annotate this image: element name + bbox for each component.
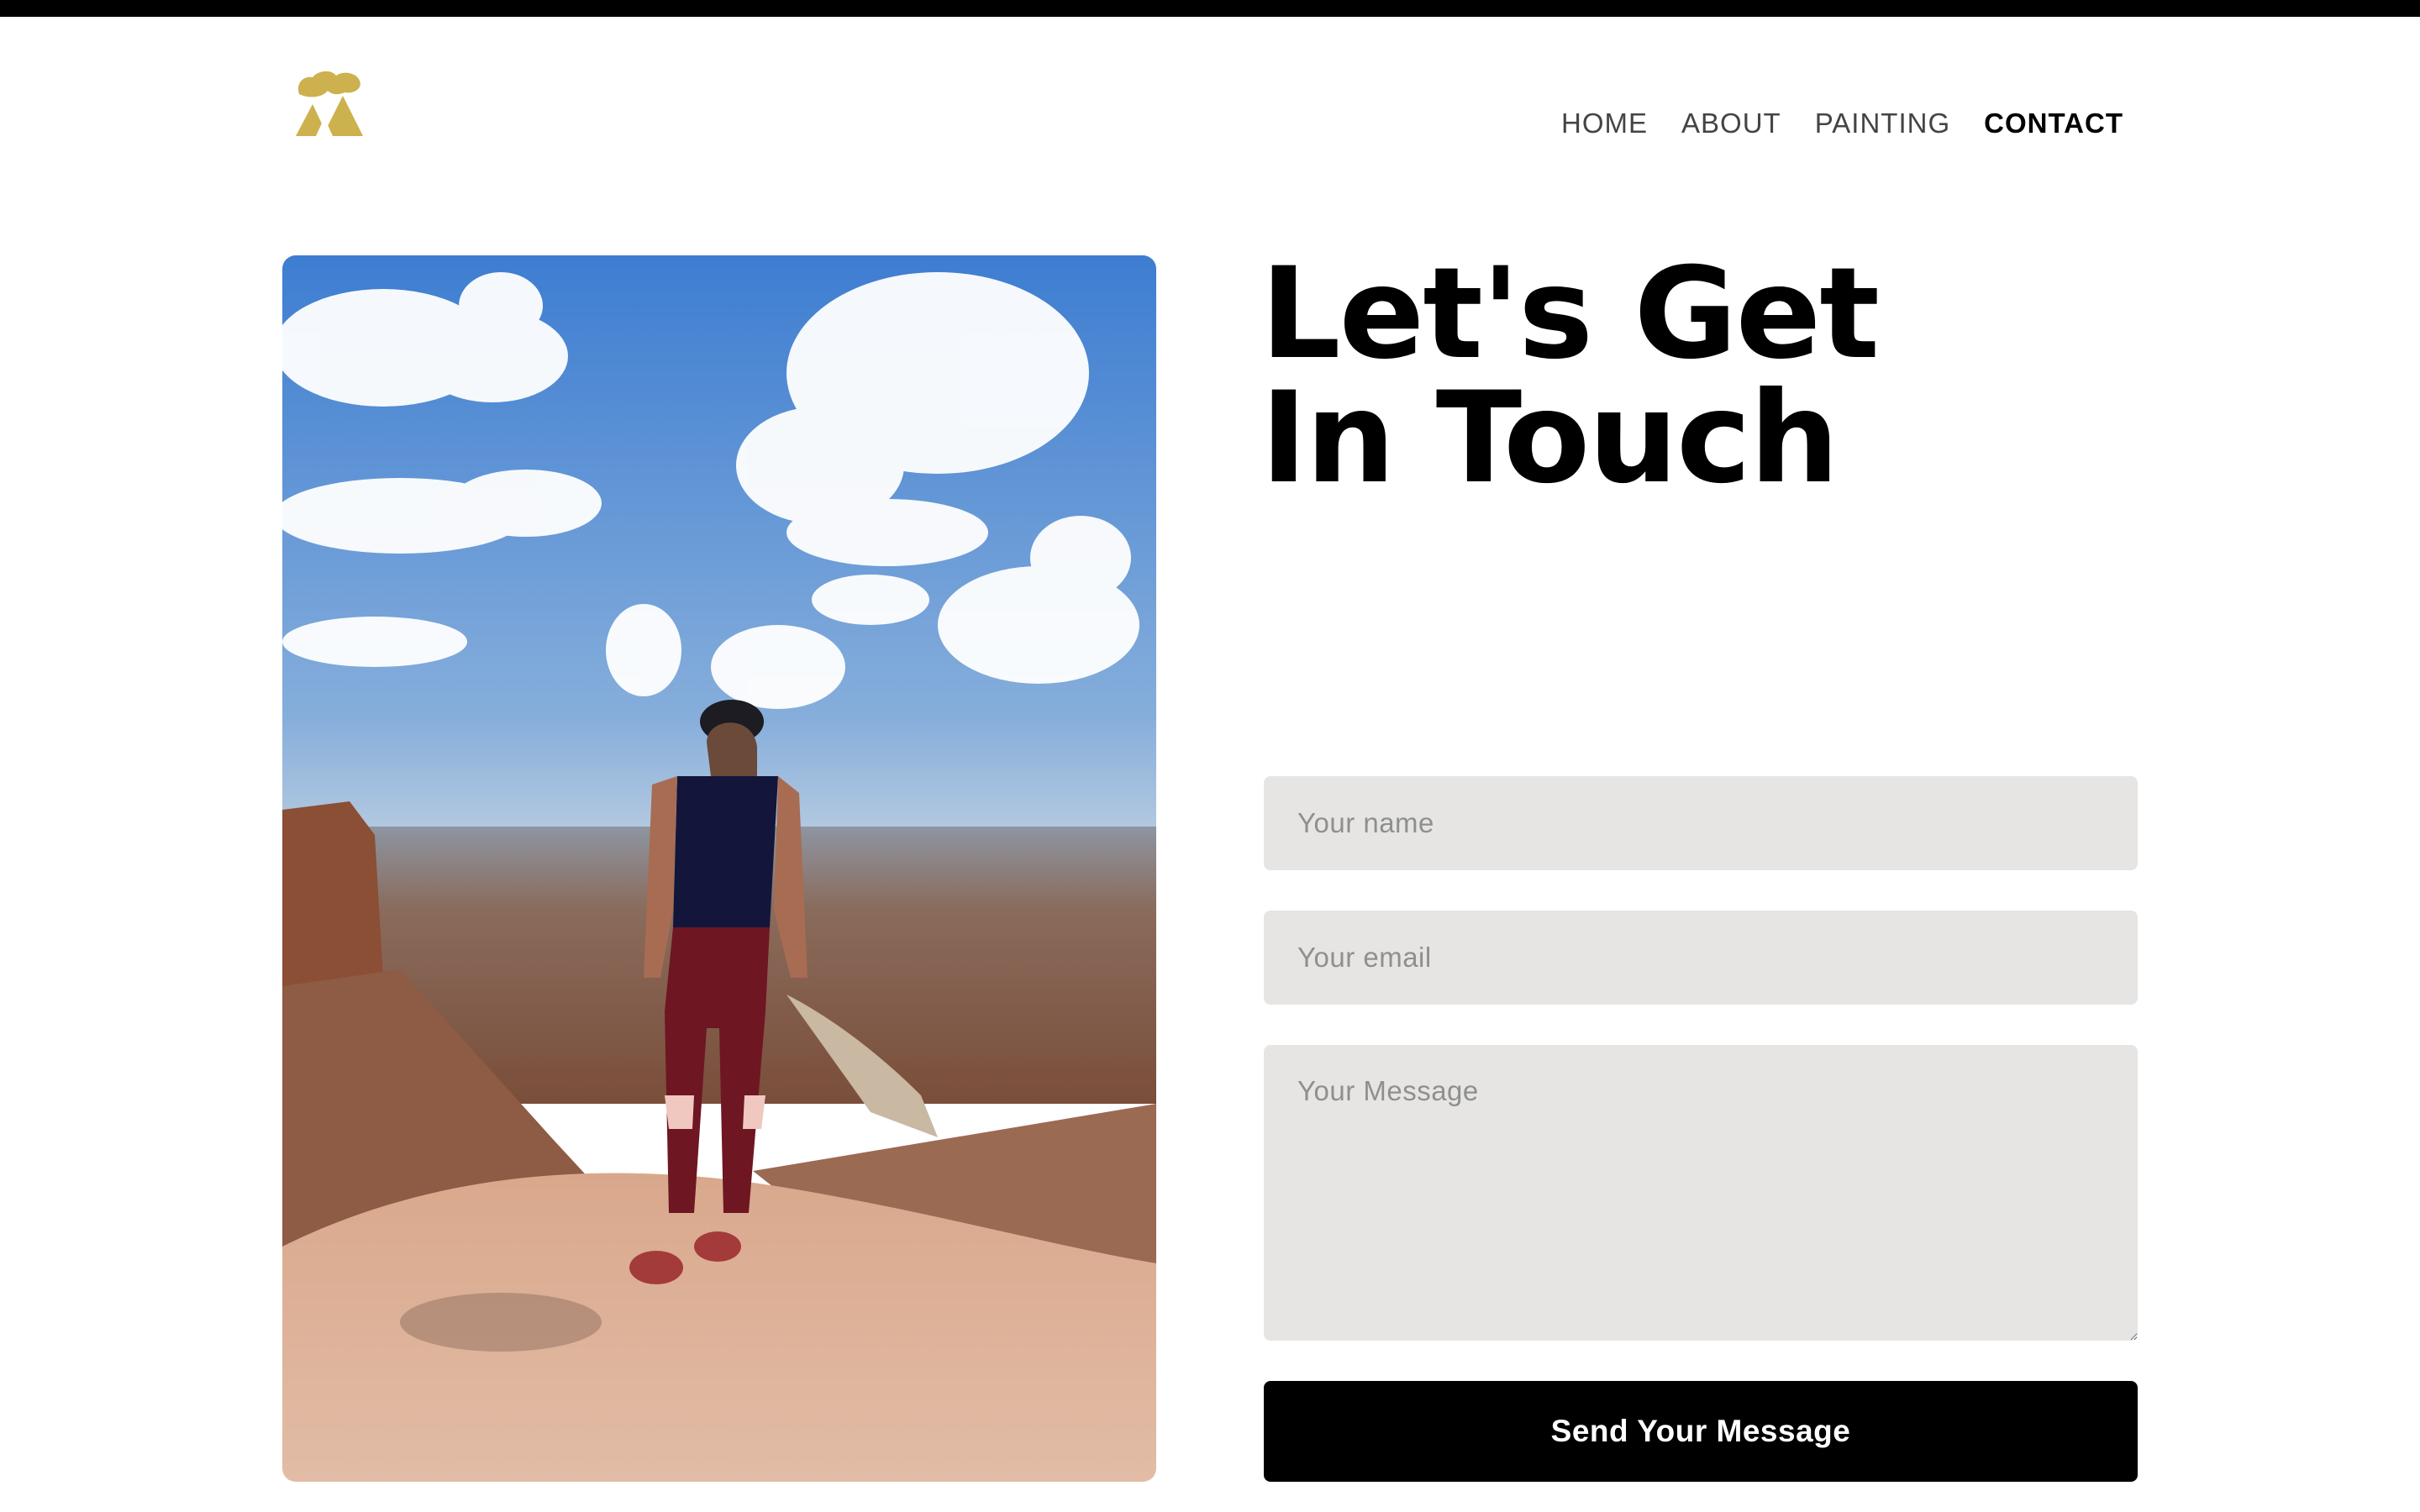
main-nav: HOME ABOUT PAINTING CONTACT [1561, 108, 2123, 139]
name-input[interactable] [1264, 776, 2138, 870]
logo-link[interactable] [294, 69, 365, 138]
heading-line-2: In Touch [1260, 365, 1839, 512]
message-textarea[interactable] [1264, 1045, 2138, 1341]
email-input[interactable] [1264, 911, 2138, 1005]
heading-line-1: Let's Get [1260, 241, 1880, 387]
top-bar [0, 0, 2420, 17]
send-message-button[interactable]: Send Your Message [1264, 1381, 2138, 1482]
hiker-canyon-photo [282, 255, 1156, 1482]
nav-home[interactable]: HOME [1561, 108, 1648, 139]
nav-contact[interactable]: CONTACT [1984, 108, 2123, 139]
nav-about[interactable]: ABOUT [1681, 108, 1781, 139]
nav-painting[interactable]: PAINTING [1815, 108, 1950, 139]
stylized-mountain-logo-icon [296, 71, 363, 136]
page-heading: Let's Get In Touch [1260, 241, 2185, 512]
